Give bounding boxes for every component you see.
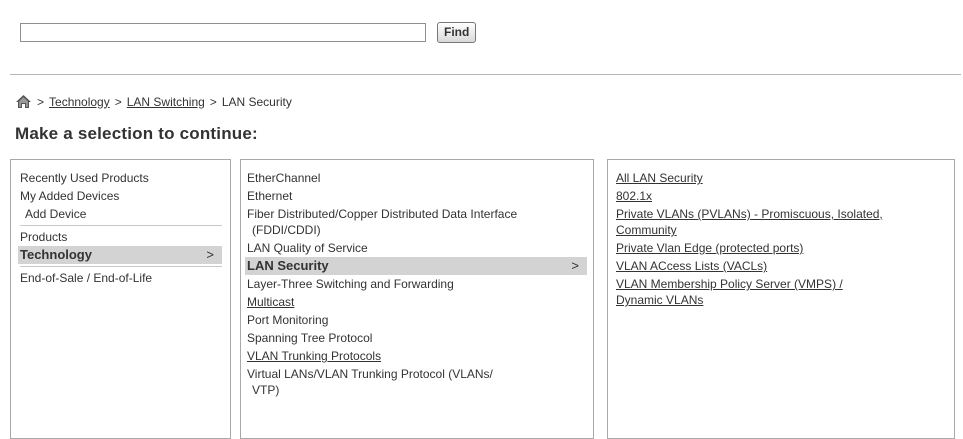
list-item-vlan-trunking[interactable]: VLAN Trunking Protocols: [247, 347, 587, 365]
list-item-fddi-cddi[interactable]: Fiber Distributed/Copper Distributed Dat…: [247, 205, 587, 239]
breadcrumb: > Technology > LAN Switching > LAN Secur…: [15, 94, 292, 109]
list-item-port-monitoring[interactable]: Port Monitoring: [247, 311, 587, 329]
link-private-vlans[interactable]: Private VLANs (PVLANs) - Promiscuous, Is…: [616, 205, 950, 239]
recently-used-products[interactable]: Recently Used Products: [20, 169, 222, 187]
link-label: VLAN Membership Policy Server (VMPS) /: [616, 277, 843, 291]
search-input[interactable]: [20, 23, 426, 42]
technology-selected[interactable]: Technology >: [18, 246, 222, 264]
link-802-1x[interactable]: 802.1x: [616, 187, 950, 205]
breadcrumb-separator: >: [37, 94, 45, 109]
list-item-multicast[interactable]: Multicast: [247, 293, 587, 311]
list-item-spanning-tree[interactable]: Spanning Tree Protocol: [247, 329, 587, 347]
page-title: Make a selection to continue:: [15, 124, 258, 143]
divider: [20, 266, 222, 267]
breadcrumb-separator: >: [209, 94, 217, 109]
link-all-lan-security[interactable]: All LAN Security: [616, 169, 950, 187]
technology-panel: EtherChannel Ethernet Fiber Distributed/…: [240, 159, 594, 439]
list-item-label: Virtual LANs/VLAN Trunking Protocol (VLA…: [247, 367, 493, 381]
list-item-lan-qos[interactable]: LAN Quality of Service: [247, 239, 587, 257]
list-item-etherchannel[interactable]: EtherChannel: [247, 169, 587, 187]
list-item-label: Fiber Distributed/Copper Distributed Dat…: [247, 207, 518, 221]
link-vmps[interactable]: VLAN Membership Policy Server (VMPS) / D…: [616, 275, 950, 309]
find-button[interactable]: Find: [437, 22, 477, 43]
link-vacls[interactable]: VLAN ACcess Lists (VACLs): [616, 257, 950, 275]
link-label: Private VLANs (PVLANs) - Promiscuous, Is…: [616, 207, 883, 221]
header-divider: [10, 74, 961, 75]
list-item-label: LAN Security: [247, 258, 329, 273]
link-label-continued: Community: [616, 223, 677, 237]
chevron-right-icon: >: [206, 247, 214, 262]
list-item-layer-three[interactable]: Layer-Three Switching and Forwarding: [247, 275, 587, 293]
list-item-label-continued: (FDDI/CDDI): [252, 223, 321, 237]
technology-label: Technology: [20, 247, 92, 262]
category-panel: Recently Used Products My Added Devices …: [10, 159, 231, 439]
chevron-right-icon: >: [571, 258, 579, 273]
list-item-lan-security-selected[interactable]: LAN Security >: [245, 257, 587, 275]
my-added-devices[interactable]: My Added Devices: [20, 187, 222, 205]
list-item-virtual-lans[interactable]: Virtual LANs/VLAN Trunking Protocol (VLA…: [247, 365, 587, 399]
lan-security-panel: All LAN Security 802.1x Private VLANs (P…: [607, 159, 955, 439]
list-item-ethernet[interactable]: Ethernet: [247, 187, 587, 205]
home-icon[interactable]: [15, 94, 32, 109]
search-bar: Find: [20, 22, 477, 43]
breadcrumb-current: LAN Security: [221, 94, 292, 109]
breadcrumb-separator: >: [114, 94, 122, 109]
add-device[interactable]: Add Device: [20, 205, 222, 223]
products[interactable]: Products: [20, 228, 222, 246]
link-label-continued: Dynamic VLANs: [616, 293, 704, 307]
list-item-label-continued: VTP): [252, 383, 280, 397]
breadcrumb-technology[interactable]: Technology: [49, 95, 110, 109]
link-private-vlan-edge[interactable]: Private Vlan Edge (protected ports): [616, 239, 950, 257]
breadcrumb-lan-switching[interactable]: LAN Switching: [127, 95, 205, 109]
divider: [20, 225, 222, 226]
end-of-sale[interactable]: End-of-Sale / End-of-Life: [20, 269, 222, 287]
